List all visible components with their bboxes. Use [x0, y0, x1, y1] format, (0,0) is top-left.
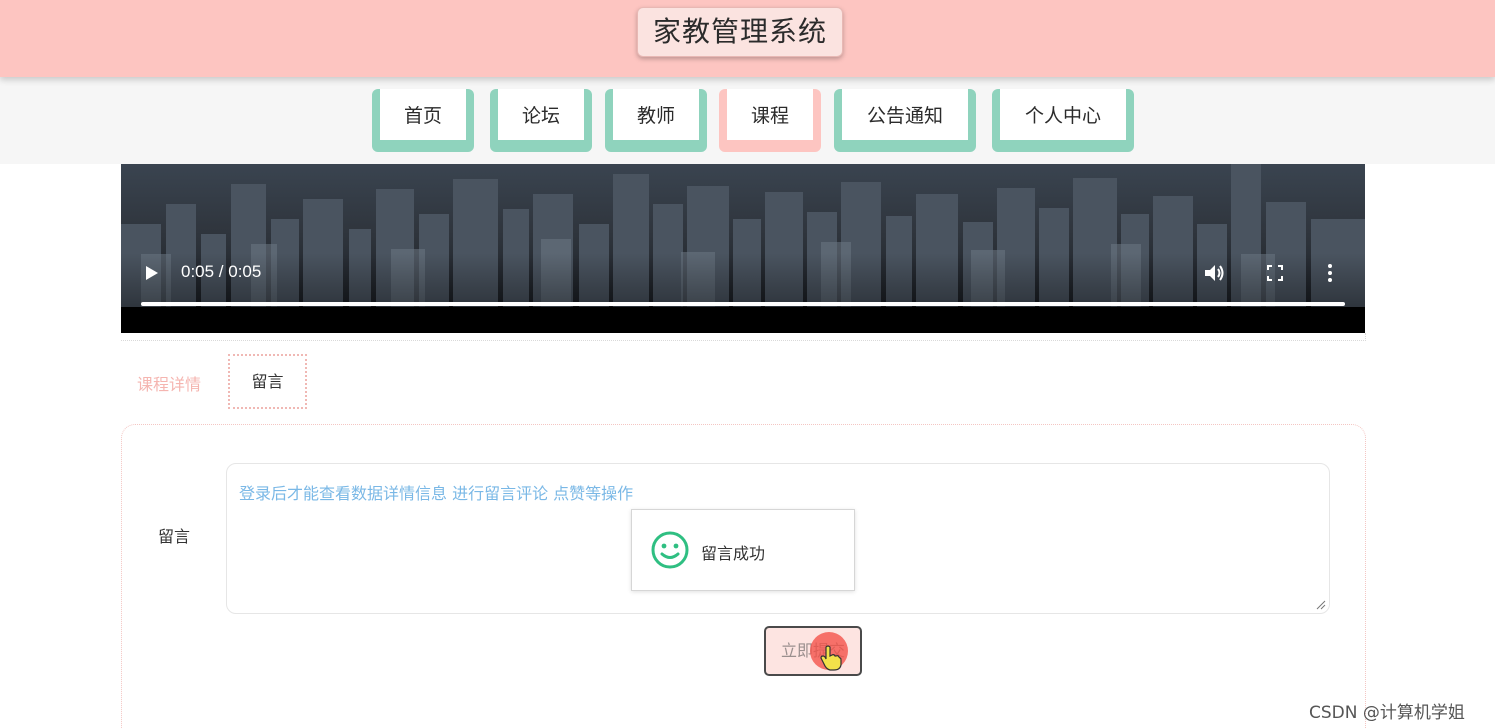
toast-message: 留言成功: [701, 544, 766, 563]
video-progress-bar[interactable]: [141, 302, 1345, 306]
comment-label: 留言: [158, 527, 191, 546]
video-time: 0:05 / 0:05: [181, 262, 262, 281]
main-nav: 首页 论坛 教师 课程 公告通知 个人中心: [0, 77, 1495, 164]
hand-cursor-icon: [820, 645, 842, 671]
nav-label: 论坛: [498, 89, 584, 140]
more-options-icon[interactable]: [1327, 263, 1333, 283]
play-icon[interactable]: [145, 265, 159, 281]
course-video[interactable]: [121, 164, 1365, 333]
nav-label: 课程: [727, 89, 813, 140]
smile-icon: [651, 531, 689, 569]
nav-item-announcements[interactable]: 公告通知: [834, 89, 976, 152]
nav-item-home[interactable]: 首页: [372, 89, 474, 152]
comment-placeholder: 登录后才能查看数据详情信息 进行留言评论 点赞等操作: [239, 484, 634, 503]
tab-comments[interactable]: 留言: [228, 354, 307, 409]
nav-item-profile[interactable]: 个人中心: [992, 89, 1134, 152]
nav-item-forum[interactable]: 论坛: [490, 89, 592, 152]
header-bar: 家教管理系统: [0, 0, 1495, 77]
tab-course-details[interactable]: 课程详情: [137, 371, 201, 395]
nav-item-teachers[interactable]: 教师: [605, 89, 707, 152]
video-container-border: [121, 333, 1366, 341]
resize-grip-icon[interactable]: [1316, 600, 1326, 610]
fullscreen-icon[interactable]: [1267, 265, 1283, 281]
nav-label: 首页: [380, 89, 466, 140]
nav-label: 公告通知: [842, 89, 968, 140]
volume-icon[interactable]: [1204, 263, 1226, 283]
nav-label: 个人中心: [1000, 89, 1126, 140]
site-title: 家教管理系统: [637, 7, 843, 57]
nav-item-courses[interactable]: 课程: [719, 89, 821, 152]
nav-label: 教师: [613, 89, 699, 140]
watermark: CSDN @计算机学姐: [1309, 703, 1465, 723]
video-bottom-bar: [121, 307, 1365, 333]
